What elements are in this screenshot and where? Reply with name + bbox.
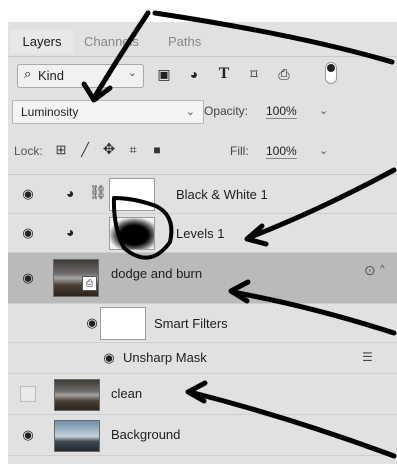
eye-icon[interactable]: ◉ xyxy=(18,427,38,443)
layer-name: Levels 1 xyxy=(176,226,225,241)
tab-channels[interactable]: Channels xyxy=(84,30,139,54)
opacity-label: Opacity: xyxy=(204,104,249,118)
filter-kind-label: Kind xyxy=(38,68,65,83)
filter-kind-dropdown[interactable]: ⌕ Kind ⌄ xyxy=(17,64,144,88)
image-filter-icon[interactable]: ▣ xyxy=(154,64,174,84)
lock-paint-icon[interactable]: ╱ xyxy=(76,141,94,159)
type-filter-icon[interactable]: T xyxy=(214,64,234,84)
eye-icon[interactable]: ◉ xyxy=(18,270,38,286)
lock-artboard-icon[interactable]: ⌗ xyxy=(124,141,142,159)
fill-input[interactable]: 100% xyxy=(266,144,297,159)
layer-thumbnail[interactable] xyxy=(54,420,100,452)
panel-tabs: Layers Channels Paths xyxy=(8,30,397,56)
shape-filter-icon[interactable]: ⌑ xyxy=(244,64,264,84)
layer-name: Unsharp Mask xyxy=(123,350,207,365)
smart-object-filter-icon[interactable]: ⎙ xyxy=(274,64,294,84)
adjustment-icon: ◕ xyxy=(66,185,75,201)
fill-chevron-icon[interactable]: ⌄ xyxy=(319,144,328,157)
chevron-down-icon: ⌄ xyxy=(127,67,137,79)
chevron-down-icon: ⌄ xyxy=(185,106,195,118)
tab-layers[interactable]: Layers xyxy=(11,30,73,54)
filter-row: ⌕ Kind ⌄ ▣ ◕ T ⌑ ⎙ xyxy=(14,62,394,88)
lock-move-icon[interactable]: ✥ xyxy=(100,141,118,159)
layer-row-unsharp-mask[interactable]: ◉ Unsharp Mask ☰ xyxy=(8,343,397,374)
layer-row-clean[interactable]: clean xyxy=(8,374,397,415)
tab-paths[interactable]: Paths xyxy=(168,30,201,54)
visibility-toggle[interactable] xyxy=(20,386,36,402)
layer-row-dodge-and-burn[interactable]: ◉ ⎙ dodge and burn ⊙ ^ xyxy=(8,253,397,304)
layer-name: dodge and burn xyxy=(111,266,203,281)
opacity-chevron-icon[interactable]: ⌄ xyxy=(319,104,328,117)
filter-toggle[interactable] xyxy=(325,62,337,84)
layer-row-background[interactable]: ◉ Background xyxy=(8,415,397,456)
layer-mask-thumbnail[interactable] xyxy=(109,178,155,211)
eye-icon[interactable]: ◉ xyxy=(82,315,102,331)
layer-name: Black & White 1 xyxy=(176,187,268,202)
layer-name: clean xyxy=(111,386,143,401)
search-icon: ⌕ xyxy=(24,66,32,81)
lock-label: Lock: xyxy=(14,144,43,158)
layer-thumbnail[interactable] xyxy=(54,379,100,411)
layer-row-black-white[interactable]: ◉ ◕ ⛓ Black & White 1 xyxy=(8,175,397,214)
link-icon[interactable]: ⛓ xyxy=(89,184,107,201)
lock-transparency-icon[interactable]: ⊞ xyxy=(52,141,70,159)
layer-list: ◉ ◕ ⛓ Black & White 1 ◉ ◕ Levels 1 ◉ ⎙ d… xyxy=(8,174,397,464)
eye-icon[interactable]: ◉ xyxy=(18,225,38,241)
lock-all-icon[interactable]: ■ xyxy=(148,141,166,159)
opacity-input[interactable]: 100% xyxy=(266,104,297,119)
smart-filter-link-icon[interactable]: ⊙ xyxy=(364,262,376,279)
layer-thumbnail[interactable]: ⎙ xyxy=(53,259,99,297)
layers-panel: Layers Channels Paths ⌕ Kind ⌄ ▣ ◕ T ⌑ ⎙… xyxy=(8,22,397,464)
screenshot: Layers Channels Paths ⌕ Kind ⌄ ▣ ◕ T ⌑ ⎙… xyxy=(0,0,397,464)
filter-mask-thumbnail[interactable] xyxy=(100,307,146,340)
layer-mask-thumbnail[interactable] xyxy=(109,217,155,250)
blend-mode-dropdown[interactable]: Luminosity ⌄ xyxy=(12,100,204,124)
chevron-up-icon[interactable]: ^ xyxy=(380,264,385,275)
layer-name: Background xyxy=(111,427,181,442)
eye-icon[interactable]: ◉ xyxy=(99,350,119,366)
layer-row-levels[interactable]: ◉ ◕ Levels 1 xyxy=(8,214,397,253)
adjustment-icon: ◕ xyxy=(66,224,75,240)
layer-name: Smart Filters xyxy=(154,316,228,331)
blend-mode-value: Luminosity xyxy=(21,105,79,119)
filter-options-icon[interactable]: ☰ xyxy=(362,350,373,364)
layer-row-smart-filters[interactable]: ◉ Smart Filters xyxy=(8,304,397,343)
eye-icon[interactable]: ◉ xyxy=(18,186,38,202)
tab-divider xyxy=(8,56,397,57)
fill-label: Fill: xyxy=(230,144,249,158)
smart-object-badge-icon: ⎙ xyxy=(82,276,97,291)
adjustment-filter-icon[interactable]: ◕ xyxy=(184,64,204,84)
